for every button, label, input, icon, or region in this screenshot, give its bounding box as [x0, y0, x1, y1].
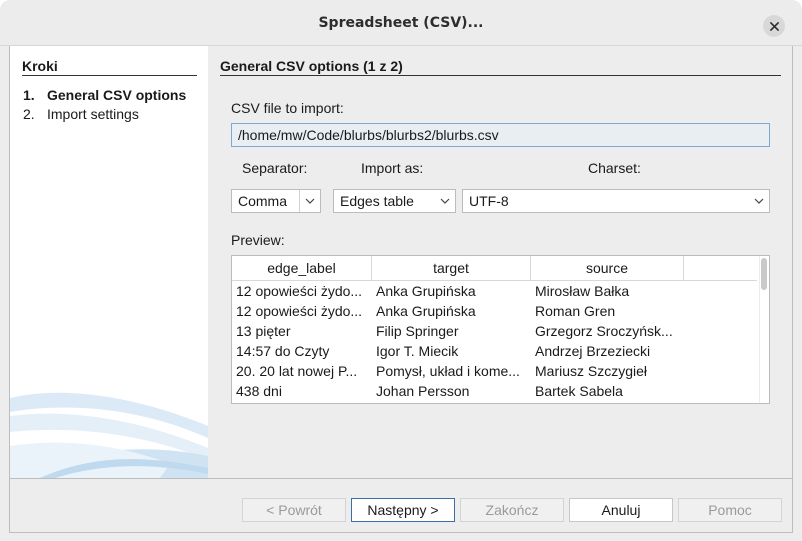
- help-button[interactable]: Pomoc: [678, 498, 782, 522]
- table-row: 20. 20 lat nowej P... Pomysł, układ i ko…: [232, 361, 757, 381]
- table-cell: Filip Springer: [376, 323, 459, 339]
- table-cell: Mariusz Szczygieł: [535, 363, 648, 379]
- import-as-label: Import as:: [361, 160, 424, 176]
- table-cell: Pomysł, układ i kome...: [376, 363, 520, 379]
- table-cell: 20. 20 lat nowej P...: [236, 363, 358, 379]
- table-row: 14:57 do Czyty Igor T. Miecik Andrzej Br…: [232, 341, 757, 361]
- table-row: 12 opowieści żydo... Anka Grupińska Roma…: [232, 301, 757, 321]
- finish-button[interactable]: Zakończ: [460, 498, 564, 522]
- close-icon: [769, 21, 779, 31]
- cancel-button[interactable]: Anuluj: [569, 498, 673, 522]
- step-label: General CSV options: [47, 87, 187, 103]
- table-cell: Anka Grupińska: [376, 303, 476, 319]
- table-cell: Anka Grupińska: [376, 283, 476, 299]
- preview-label: Preview:: [231, 232, 285, 248]
- separator-label: Separator:: [242, 160, 308, 176]
- column-header[interactable]: target: [372, 256, 531, 281]
- window-title: Spreadsheet (CSV)...: [318, 15, 484, 31]
- table-cell: Mirosław Bałka: [535, 283, 630, 299]
- table-cell: Johan Persson: [376, 383, 470, 399]
- charset-value: UTF-8: [469, 193, 509, 209]
- main-panel: General CSV options (1 z 2) CSV file to …: [208, 46, 792, 478]
- close-button[interactable]: [763, 15, 785, 37]
- dropdown-arrow: [300, 198, 320, 204]
- table-cell: 12 opowieści żydo...: [236, 283, 363, 299]
- table-row: 13 pięter Filip Springer Grzegorz Sroczy…: [232, 321, 757, 341]
- scrollbar-thumb[interactable]: [761, 258, 767, 290]
- table-cell: Roman Gren: [535, 303, 616, 319]
- table-header: edge_label target source: [232, 256, 757, 281]
- chevron-down-icon: [440, 198, 450, 204]
- steps-sidebar: Kroki 1. General CSV options 2. Import set…: [10, 46, 208, 478]
- charset-label: Charset:: [588, 160, 641, 176]
- section-divider: [220, 75, 781, 76]
- separator-select[interactable]: Comma: [231, 189, 321, 213]
- dialog-window: Spreadsheet (CSV)... Kroki 1. General CSV…: [0, 0, 802, 541]
- file-path-field[interactable]: /home/mw/Code/blurbs/blurbs2/blurbs.csv: [231, 123, 770, 147]
- table-row: 12 opowieści żydo... Anka Grupińska Miro…: [232, 281, 757, 301]
- table-cell: 13 pięter: [236, 323, 291, 339]
- import-as-select[interactable]: Edges table: [333, 189, 456, 213]
- dropdown-arrow: [435, 198, 455, 204]
- button-bar: < Powrót Następny > Zakończ Anuluj Pomoc: [10, 478, 792, 532]
- charset-select[interactable]: UTF-8: [462, 189, 770, 213]
- sidebar-divider: [22, 75, 197, 76]
- dropdown-arrow: [749, 198, 769, 204]
- separator-value: Comma: [238, 193, 288, 209]
- step-general-csv-options: 1. General CSV options: [23, 87, 186, 103]
- column-header[interactable]: edge_label: [232, 256, 372, 281]
- import-as-value: Edges table: [340, 193, 414, 209]
- swoosh-logo: [10, 392, 208, 478]
- table-cell: 14:57 do Czyty: [236, 343, 330, 359]
- step-number: 1.: [23, 87, 35, 103]
- table-cell: Grzegorz Sroczyńsk...: [535, 323, 673, 339]
- chevron-down-icon: [754, 198, 764, 204]
- title-bar: Spreadsheet (CSV)...: [0, 0, 802, 46]
- section-title: General CSV options (1 z 2): [220, 58, 403, 74]
- table-cell: 438 dni: [236, 383, 282, 399]
- step-number: 2.: [23, 106, 35, 122]
- table-cell: 12 opowieści żydo...: [236, 303, 363, 319]
- table-cell: Andrzej Brzeziecki: [535, 343, 651, 359]
- table-cell: Bartek Sabela: [535, 383, 623, 399]
- step-label: Import settings: [47, 106, 139, 122]
- table-row: 438 dni Johan Persson Bartek Sabela: [232, 381, 757, 401]
- next-button[interactable]: Następny >: [351, 498, 455, 522]
- sidebar-title: Kroki: [22, 58, 58, 74]
- table-cell: Igor T. Miecik: [376, 343, 459, 359]
- file-label: CSV file to import:: [231, 100, 344, 116]
- step-import-settings: 2. Import settings: [23, 106, 139, 122]
- chevron-down-icon: [305, 198, 315, 204]
- back-button[interactable]: < Powrót: [242, 498, 346, 522]
- preview-table: edge_label target source 12 opowieści ży…: [231, 255, 770, 404]
- column-header[interactable]: source: [531, 256, 684, 281]
